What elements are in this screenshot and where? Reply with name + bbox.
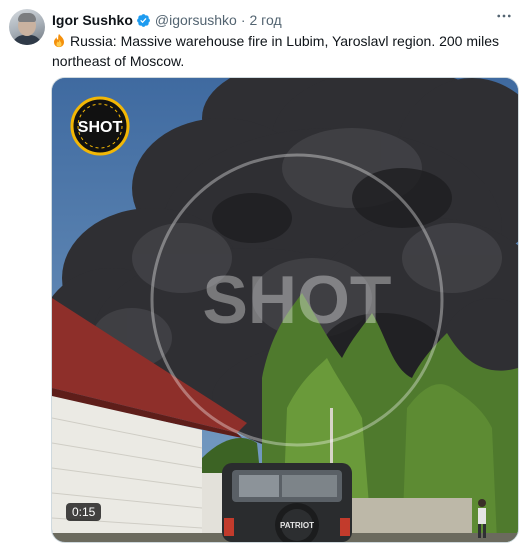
video-duration-badge: 0:15 [66,503,102,521]
author-handle[interactable]: @igorsushko [155,12,237,28]
fence [352,498,472,538]
avatar[interactable] [9,9,45,45]
avatar-shoulders [12,35,42,45]
avatar-hair [18,13,36,22]
tweet-text: Russia: Massive warehouse fire in Lubim,… [52,31,514,71]
shot-logo: SHOT [70,96,130,156]
video-frame: PATRIOT SHOT SHOT [52,78,518,542]
tweet-header: Igor Sushko @igorsushko · 2 год [52,10,282,30]
vehicle-badge: PATRIOT [280,521,314,530]
more-options-icon[interactable] [492,6,516,26]
watermark-logo-text: SHOT [78,119,123,136]
suv-vehicle: PATRIOT [222,463,352,542]
fire-emoji-icon [54,33,64,48]
tweet-timestamp[interactable]: 2 год [250,12,282,28]
video-player[interactable]: PATRIOT SHOT SHOT [51,77,519,543]
separator-dot: · [240,12,246,28]
author-name[interactable]: Igor Sushko [52,12,133,28]
verified-badge-icon [137,13,150,27]
tweet-card[interactable]: Igor Sushko @igorsushko · 2 год Russia: … [0,0,526,549]
tweet-body: Russia: Massive warehouse fire in Lubim,… [52,33,500,69]
svg-text:SHOT: SHOT [203,262,392,338]
